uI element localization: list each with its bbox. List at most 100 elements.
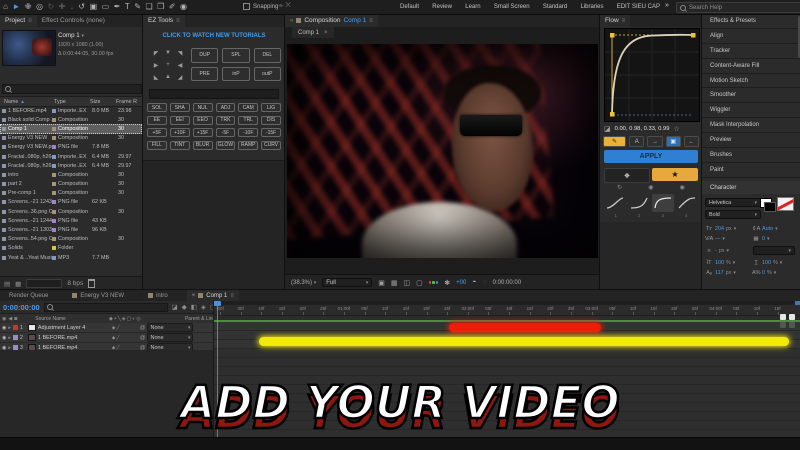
close-icon[interactable]: × — [324, 30, 328, 36]
panel-item-smoother[interactable]: Smoother — [702, 88, 800, 103]
ez-button-dup[interactable]: DUP — [191, 48, 218, 63]
preset-curve-4[interactable] — [676, 194, 698, 212]
ez-button-spl[interactable]: SPL — [222, 48, 249, 63]
composition-flowchart-icon[interactable]: ◪ — [172, 303, 178, 311]
project-row[interactable]: part 2Composition30 — [0, 180, 142, 189]
character-panel-header[interactable]: Character ≡ — [702, 181, 800, 195]
clone-stamp-icon[interactable]: ❏ — [145, 3, 152, 11]
type-tool-icon[interactable]: T — [125, 3, 130, 11]
no-stroke-swatch[interactable] — [777, 197, 794, 211]
viewer-comp-tab[interactable]: Comp 1× — [292, 27, 334, 38]
ez-button-plus5f[interactable]: +5F — [147, 128, 167, 137]
ez-button-plus15f[interactable]: +15F — [193, 128, 213, 137]
checkbox-icon[interactable]: ◪ — [604, 125, 611, 133]
ez-button-eei[interactable]: EEI — [170, 116, 190, 125]
ez-button-dis[interactable]: DIS — [261, 116, 281, 125]
brush-tool-icon[interactable]: ✎ — [134, 3, 141, 11]
tab-ez-tools[interactable]: EZ Tools≡ — [143, 14, 185, 27]
ez-button-fill[interactable]: FILL — [147, 141, 167, 150]
project-row[interactable]: Screens..36.png Comp 1Composition30 — [0, 207, 142, 216]
ez-button-pre[interactable]: PRE — [191, 67, 218, 82]
anchor-point-button[interactable]: ◢ — [178, 74, 183, 81]
refresh-icon[interactable]: ↻ — [617, 184, 622, 191]
camera-tool-icon[interactable]: ▣ — [90, 3, 98, 11]
expand-chevron-icon[interactable]: ▸ — [8, 325, 11, 331]
roto-brush-icon[interactable]: ✐ — [169, 3, 176, 11]
preset-curve-1[interactable] — [604, 194, 626, 212]
red-highlight-bar[interactable] — [449, 323, 601, 332]
interpret-footage-icon[interactable]: ▤ — [4, 280, 10, 288]
comp-name[interactable]: Comp 1 — [58, 32, 80, 39]
text-mode-button[interactable]: A — [629, 136, 644, 147]
fill-color-swatch[interactable] — [760, 198, 772, 208]
current-timecode[interactable]: 0:00:00:00 — [3, 303, 40, 312]
anchor-point-button[interactable]: ◀ — [178, 62, 183, 69]
flow-curve-editor[interactable] — [604, 28, 700, 122]
project-row[interactable]: Pre-comp 1Composition30 — [0, 189, 142, 198]
project-row[interactable]: Screens..-21 124407.pngPNG file43 KB — [0, 216, 142, 225]
project-row[interactable]: Screens..54.png Comp 1Composition30 — [0, 235, 142, 244]
workspace-overflow-chevron[interactable]: » — [665, 2, 669, 9]
puppet-pin-icon[interactable]: ◉ — [180, 3, 187, 11]
camera-settings-icon[interactable]: ▢ — [416, 279, 423, 287]
preset-curve-2[interactable] — [628, 194, 650, 212]
ez-button-trk[interactable]: TRK — [216, 116, 236, 125]
playhead[interactable] — [217, 301, 218, 437]
ez-button-glow[interactable]: GLOW — [216, 141, 236, 150]
project-row[interactable]: Yeat & ..Yeat Music.mp3MP37.7 MB — [0, 253, 142, 262]
column-size[interactable]: Size — [90, 99, 116, 105]
ez-button-inp[interactable]: inP — [222, 67, 249, 82]
tab-project[interactable]: Project≡ — [0, 14, 37, 27]
project-search-input[interactable] — [2, 84, 142, 94]
timeline-search-input[interactable] — [44, 303, 168, 312]
ez-button-ee[interactable]: EE — [147, 116, 167, 125]
exposure-value[interactable]: +00 — [456, 280, 466, 286]
project-row[interactable]: Screens..-21 124336.pngPNG file62 KB — [0, 198, 142, 207]
ez-button-minus10f[interactable]: -10F — [238, 128, 258, 137]
timeline-tab-intro[interactable]: intro — [143, 290, 173, 301]
ez-button-lig[interactable]: LIG — [261, 103, 281, 112]
proportion-value[interactable]: 0 — [762, 270, 765, 276]
visibility-eye-icon[interactable]: ◉ — [2, 335, 6, 341]
font-family-dropdown[interactable]: Helvetica▾ — [705, 198, 761, 207]
home-icon[interactable]: ⌂ — [3, 3, 8, 11]
arrow-right-icon[interactable]: → — [647, 136, 662, 147]
user-icon[interactable]: ◉ — [648, 184, 653, 191]
time-ruler[interactable]: :00f05f10f15f20f25f01:00f05f10f15f20f25f… — [214, 305, 800, 316]
rectangle-tool-icon[interactable]: ▭ — [102, 3, 110, 11]
shy-layers-icon[interactable]: ◧ — [191, 303, 197, 311]
workspace-item-default[interactable]: Default — [400, 4, 419, 10]
region-of-interest-icon[interactable]: ▣ — [378, 279, 385, 287]
ez-button-curv[interactable]: CURV — [261, 141, 281, 150]
tab-effect-controls[interactable]: Effect Controls (none) — [37, 14, 110, 27]
ez-button-adj[interactable]: ADJ — [216, 103, 236, 112]
pan-camera-icon[interactable]: ✚ — [59, 3, 66, 11]
ez-button-minus5f[interactable]: -5F — [216, 128, 236, 137]
leading-value[interactable]: Auto — [762, 226, 773, 232]
hand-tool-icon[interactable]: ✙ — [25, 3, 32, 11]
ez-button-nul[interactable]: NUL — [193, 103, 213, 112]
layer-row[interactable]: ◉▸1Adjustment Layer 4◆ ╱@None▾ — [0, 323, 213, 333]
workspace-item-edit-sieu-cap[interactable]: EDIT SIEU CAP — [617, 4, 660, 10]
v-scale-value[interactable]: 100 — [715, 260, 724, 266]
panel-item-mask-interpolation[interactable]: Mask Interpolation — [702, 118, 800, 133]
zoom-level-dropdown[interactable]: (38.3%) ▾ — [291, 280, 316, 286]
pen-tool-icon[interactable]: ✒ — [114, 3, 121, 11]
pickwhip-icon[interactable]: @ — [140, 325, 146, 331]
project-flowchart-box[interactable] — [26, 279, 62, 288]
show-snapshot-icon[interactable]: ◌ — [483, 279, 487, 286]
help-search-input[interactable]: Search Help — [676, 2, 800, 13]
tab-composition[interactable]: « Composition Comp 1 ≡ — [285, 14, 378, 27]
timeline-tab-energy-v3-new[interactable]: Energy V3 NEW — [67, 290, 129, 301]
font-style-dropdown[interactable]: Bold▾ — [705, 210, 761, 219]
workspace-item-libraries[interactable]: Libraries — [580, 4, 603, 10]
workspace-item-standard[interactable]: Standard — [543, 4, 567, 10]
dolly-camera-icon[interactable]: ↓ — [70, 3, 74, 11]
tracking-value[interactable]: 0 — [762, 236, 765, 242]
font-size-value[interactable]: 204 — [715, 226, 724, 232]
project-row[interactable]: 1 BEFORE.mp4Importe..EX8.0 MB23.98 — [0, 106, 142, 115]
panel-item-motion-sketch[interactable]: Motion Sketch — [702, 74, 800, 89]
yellow-highlight-bar[interactable] — [259, 337, 789, 346]
mask-visibility-icon[interactable]: ◫ — [403, 279, 410, 287]
ez-slider[interactable] — [149, 89, 279, 99]
